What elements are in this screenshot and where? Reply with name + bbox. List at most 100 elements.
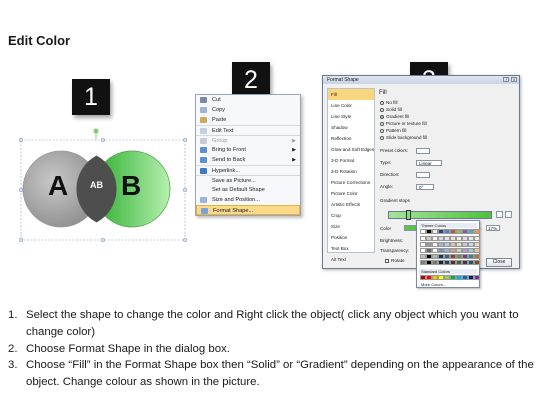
venn-label-b: B xyxy=(121,170,142,201)
nav-item-picture-color[interactable]: Picture Color xyxy=(328,188,374,199)
theme-color-swatch[interactable] xyxy=(474,248,480,253)
bring-front-icon xyxy=(200,147,207,153)
radio-picture-fill[interactable]: Picture or texture fill xyxy=(380,121,427,128)
nav-item-3d-format[interactable]: 3-D Format xyxy=(328,155,374,166)
radio-solid-fill[interactable]: Solid fill xyxy=(380,107,402,114)
radio-button-selected[interactable] xyxy=(380,114,384,119)
theme-color-swatch[interactable] xyxy=(474,242,480,247)
venn-label-ab: AB xyxy=(90,180,103,190)
radio-pattern-fill[interactable]: Pattern fill xyxy=(380,128,406,135)
gradient-stop-handle[interactable] xyxy=(406,210,411,220)
page-title: Edit Color xyxy=(8,33,71,48)
step-badge-2: 2 xyxy=(232,62,270,98)
dialog-title: Format Shape xyxy=(327,77,359,83)
radio-button[interactable] xyxy=(380,135,384,140)
radio-button[interactable] xyxy=(380,100,384,105)
nav-item-line-style[interactable]: Line Style xyxy=(328,111,374,122)
menu-item-hyperlink[interactable]: Hyperlink... xyxy=(196,165,300,175)
nav-item-picture-corrections[interactable]: Picture Corrections xyxy=(328,177,374,188)
gradient-bar[interactable] xyxy=(388,211,492,219)
instruction-item: 2. Choose Format Shape in the dialog box… xyxy=(8,341,554,358)
nav-item-reflection[interactable]: Reflection xyxy=(328,133,374,144)
radio-button[interactable] xyxy=(380,107,384,112)
rotate-handle[interactable] xyxy=(93,128,99,134)
menu-item-paste[interactable]: Paste xyxy=(196,115,300,125)
help-button[interactable]: ? xyxy=(503,77,509,82)
type-label: Type: xyxy=(380,160,392,165)
instruction-number: 2. xyxy=(8,342,18,355)
theme-color-swatch[interactable] xyxy=(474,254,480,259)
section-title: Fill xyxy=(379,90,387,96)
nav-item-glow[interactable]: Glow and Soft Edges xyxy=(328,144,374,155)
menu-item-set-default-shape[interactable]: Set as Default Shape xyxy=(196,185,300,195)
close-x-button[interactable]: X xyxy=(511,77,517,82)
more-colors-link[interactable]: More Colors... xyxy=(421,282,446,287)
instruction-text: Choose “Fill” in the Format Shape box th… xyxy=(26,359,534,389)
nav-item-crop[interactable]: Crop xyxy=(328,210,374,221)
type-dropdown[interactable]: Linear xyxy=(416,160,442,166)
send-back-icon xyxy=(200,157,207,163)
rotate-checkbox[interactable]: Rotate xyxy=(385,258,405,265)
color-label: Color xyxy=(380,226,391,231)
scissors-icon xyxy=(200,97,207,103)
menu-item-size-position[interactable]: Size and Position... xyxy=(196,195,300,205)
instruction-item: 1. Select the shape to change the color … xyxy=(8,307,554,341)
paste-icon xyxy=(200,117,207,123)
nav-item-fill[interactable]: Fill xyxy=(328,89,374,100)
angle-label: Angle: xyxy=(380,184,394,189)
nav-item-artistic-effects[interactable]: Artistic Effects xyxy=(328,199,374,210)
preset-colors-dropdown[interactable] xyxy=(416,148,430,154)
size-icon xyxy=(200,197,207,203)
radio-no-fill[interactable]: No fill xyxy=(380,100,398,107)
menu-item-save-as-picture[interactable]: Save as Picture... xyxy=(196,175,300,185)
theme-color-swatch[interactable] xyxy=(474,260,480,265)
menu-item-send-to-back[interactable]: Send to Back ▶ xyxy=(196,155,300,165)
gradient-stops-label: Gradient stops xyxy=(380,198,410,203)
angle-input[interactable]: 0° xyxy=(416,184,434,190)
brightness-label: Brightness: xyxy=(380,238,403,243)
direction-label: Direction: xyxy=(380,172,400,177)
theme-colors-label: Theme Colors xyxy=(419,223,477,228)
preset-colors-label: Preset colors: xyxy=(380,148,409,153)
group-icon xyxy=(200,138,207,144)
nav-item-3d-rotation[interactable]: 3-D Rotation xyxy=(328,166,374,177)
nav-item-shadow[interactable]: Shadow xyxy=(328,122,374,133)
standard-colors-label: Standard Colors xyxy=(419,269,477,274)
transparency-label: Transparency: xyxy=(380,248,410,253)
nav-item-position[interactable]: Position xyxy=(328,232,374,243)
menu-item-edit-text[interactable]: Edit Text xyxy=(196,125,300,135)
standard-color-swatch[interactable] xyxy=(474,275,480,280)
menu-item-format-shape[interactable]: Format Shape... xyxy=(196,205,300,215)
checkbox-icon[interactable] xyxy=(385,258,389,263)
nav-item-size[interactable]: Size xyxy=(328,221,374,232)
remove-stop-button[interactable] xyxy=(505,211,512,218)
radio-gradient-fill[interactable]: Gradient fill xyxy=(380,114,409,121)
step-badge-1: 1 xyxy=(72,79,110,115)
copy-icon xyxy=(200,107,207,113)
instruction-text: Select the shape to change the color and… xyxy=(26,309,519,338)
instruction-number: 3. xyxy=(8,359,18,372)
menu-item-group[interactable]: Group ▶ xyxy=(196,135,300,145)
close-button[interactable]: Close xyxy=(486,258,512,267)
radio-button[interactable] xyxy=(380,128,384,133)
menu-item-copy[interactable]: Copy xyxy=(196,105,300,115)
dialog-titlebar[interactable]: Format Shape ? X xyxy=(323,76,519,84)
format-shape-icon xyxy=(201,208,208,214)
instruction-text: Choose Format Shape in the dialog box. xyxy=(26,342,230,355)
nav-item-alt-text[interactable]: Alt Text xyxy=(328,254,374,265)
position-input[interactable]: 17% xyxy=(486,225,500,231)
theme-color-swatch[interactable] xyxy=(474,229,480,234)
theme-color-swatch[interactable] xyxy=(474,236,480,241)
nav-item-text-box[interactable]: Text Box xyxy=(328,243,374,254)
add-stop-button[interactable] xyxy=(496,211,503,218)
radio-button[interactable] xyxy=(380,121,384,126)
venn-diagram[interactable]: A B AB xyxy=(15,128,193,248)
context-menu: Cut Copy Paste Edit Text Group ▶ Bring to… xyxy=(195,94,301,216)
instruction-item: 3. Choose “Fill” in the Format Shape box… xyxy=(8,357,554,391)
menu-item-bring-to-front[interactable]: Bring to Front ▶ xyxy=(196,145,300,155)
direction-dropdown[interactable] xyxy=(416,172,430,178)
hyperlink-icon xyxy=(200,168,207,174)
radio-slide-background-fill[interactable]: Slide background fill xyxy=(380,135,427,142)
menu-item-cut[interactable]: Cut xyxy=(196,95,300,105)
nav-item-line-color[interactable]: Line Color xyxy=(328,100,374,111)
